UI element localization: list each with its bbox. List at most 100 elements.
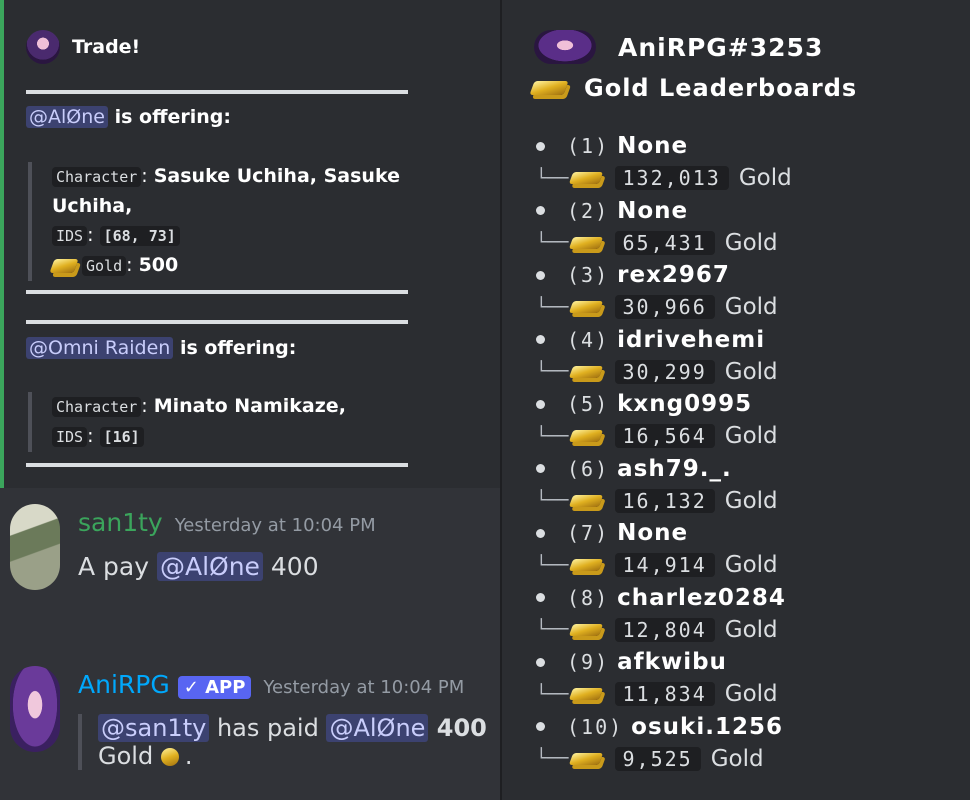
entry-name: rex2967 xyxy=(617,262,730,288)
gold-bar-icon xyxy=(49,258,79,273)
bullet-icon xyxy=(536,270,545,280)
gold-word: Gold xyxy=(724,358,778,385)
divider xyxy=(26,463,408,467)
entry-name-line: (3) rex2967 xyxy=(532,259,962,291)
leaderboard-header: AniRPG#3253 xyxy=(534,30,823,64)
leaderboard-title-row: Gold Leaderboards xyxy=(529,74,858,102)
entry-name-line: (5) kxng0995 xyxy=(532,388,962,420)
message-text: A pay xyxy=(78,552,157,581)
user-mention[interactable]: @AlØne xyxy=(326,714,429,742)
message-text: . xyxy=(184,742,193,770)
message-text: Gold xyxy=(98,742,154,770)
entry-name: kxng0995 xyxy=(617,391,753,417)
leaderboard-entry: (7) None └── 14,914 Gold xyxy=(532,517,962,581)
leaderboard-entry: (4) idrivehemi └── 30,299 Gold xyxy=(532,324,962,388)
entry-rank: (2) xyxy=(567,198,610,223)
entry-gold-amount: 30,966 xyxy=(614,295,715,319)
gold-coins-icon xyxy=(160,748,179,766)
gold-bar-icon xyxy=(568,430,603,442)
user-mention[interactable]: @Omni Raiden xyxy=(26,337,174,359)
gold-word: Gold xyxy=(724,487,778,514)
entry-rank: (6) xyxy=(567,456,610,481)
ids-line: IDS: [68, 73] xyxy=(52,221,422,251)
bot-name[interactable]: AniRPG#3253 xyxy=(618,33,823,62)
gold-bar-icon xyxy=(568,365,603,378)
leaderboard-entry: (8) charlez0284 └── 12,804 Gold xyxy=(532,582,962,646)
entry-rank: (9) xyxy=(567,650,610,674)
entry-rank: (1) xyxy=(567,134,610,158)
gold-word: Gold xyxy=(724,616,778,643)
leaderboard-entry: (3) rex2967 └── 30,966 Gold xyxy=(532,259,962,323)
ids-value: [16] xyxy=(99,427,144,447)
paid-amount: 400 xyxy=(428,714,487,742)
branch-connector: └── xyxy=(536,296,569,318)
gold-word: Gold xyxy=(724,229,778,256)
entry-gold-line: └── 16,132 Gold xyxy=(532,485,962,517)
entry-gold-amount: 9,525 xyxy=(614,746,701,771)
branch-connector: └── xyxy=(536,167,569,189)
entry-gold-amount: 65,431 xyxy=(614,230,715,255)
bullet-icon xyxy=(536,335,545,344)
gold-word: Gold xyxy=(710,745,764,772)
offer-text: is offering: xyxy=(107,106,231,128)
user-mention[interactable]: @san1ty xyxy=(98,714,210,742)
gold-bar-icon xyxy=(568,752,603,765)
entry-name-line: (1) None xyxy=(532,130,962,162)
bot-username[interactable]: AniRPG xyxy=(78,670,170,699)
ids-value: [68, 73] xyxy=(99,226,180,246)
gold-word: Gold xyxy=(738,165,792,191)
branch-connector: └── xyxy=(536,425,569,447)
branch-connector: └── xyxy=(536,748,569,769)
trade-title-row: Trade! xyxy=(26,30,140,64)
entry-name-line: (8) charlez0284 xyxy=(532,582,962,614)
bot-avatar-icon[interactable] xyxy=(534,30,596,64)
entry-gold-line: └── 11,834 Gold xyxy=(532,678,962,710)
gold-word: Gold xyxy=(724,681,778,707)
user-mention[interactable]: @AlØne xyxy=(156,552,263,581)
entry-gold-amount: 14,914 xyxy=(614,553,715,577)
character-value: Minato Namikaze, xyxy=(153,395,346,417)
offer-details-1: Character: Sasuke Uchiha, Sasuke Uchiha,… xyxy=(28,162,422,281)
character-label: Character xyxy=(52,167,142,187)
entry-rank: (3) xyxy=(567,263,610,287)
gold-bar-icon xyxy=(568,172,603,184)
entry-gold-line: └── 30,299 Gold xyxy=(532,356,962,388)
gold-word: Gold xyxy=(724,423,778,449)
entry-name-line: (7) None xyxy=(532,517,962,549)
leaderboard-entry: (5) kxng0995 └── 16,564 Gold xyxy=(532,388,962,452)
bot-avatar[interactable] xyxy=(10,666,60,752)
bot-avatar-icon[interactable] xyxy=(26,30,60,64)
gold-label: Gold xyxy=(82,256,127,276)
entry-name: idrivehemi xyxy=(617,326,766,353)
entry-name: ash79._. xyxy=(617,455,732,482)
offer-heading-1: @AlØne is offering: xyxy=(26,106,231,128)
user-avatar[interactable] xyxy=(10,504,60,590)
entry-name: None xyxy=(617,197,689,224)
bullet-icon xyxy=(536,399,545,409)
timestamp: Yesterday at 10:04 PM xyxy=(174,515,376,536)
entry-gold-amount: 12,804 xyxy=(614,617,715,642)
user-mention[interactable]: @AlØne xyxy=(26,106,108,128)
trade-embed: Trade! @AlØne is offering: Character: Sa… xyxy=(0,0,500,488)
leaderboard-entry: (9) afkwibu └── 11,834 Gold xyxy=(532,646,962,710)
chat-area: san1ty Yesterday at 10:04 PM A pay @AlØn… xyxy=(0,488,500,800)
entry-name: charlez0284 xyxy=(617,584,786,611)
entry-name: None xyxy=(617,520,689,546)
branch-connector: └── xyxy=(536,232,569,253)
app-badge: ✓ APP xyxy=(177,676,252,699)
entry-rank: (8) xyxy=(567,585,610,610)
branch-connector: └── xyxy=(536,554,569,576)
entry-gold-line: └── 12,804 Gold xyxy=(532,614,962,646)
username[interactable]: san1ty xyxy=(78,508,163,537)
message-header: AniRPG ✓ APP Yesterday at 10:04 PM xyxy=(78,670,464,699)
ids-label: IDS xyxy=(52,226,88,246)
leaderboard-title: Gold Leaderboards xyxy=(584,74,858,102)
entry-name-line: (9) afkwibu xyxy=(532,646,962,678)
entry-name: afkwibu xyxy=(617,649,727,675)
bullet-icon xyxy=(536,141,545,151)
gold-bar-icon xyxy=(568,301,603,313)
entry-name-line: (2) None xyxy=(532,195,962,227)
leaderboard-embed: AniRPG#3253 Gold Leaderboards (1) None └──… xyxy=(500,0,970,800)
divider xyxy=(26,320,408,324)
gold-value: 500 xyxy=(138,254,179,276)
